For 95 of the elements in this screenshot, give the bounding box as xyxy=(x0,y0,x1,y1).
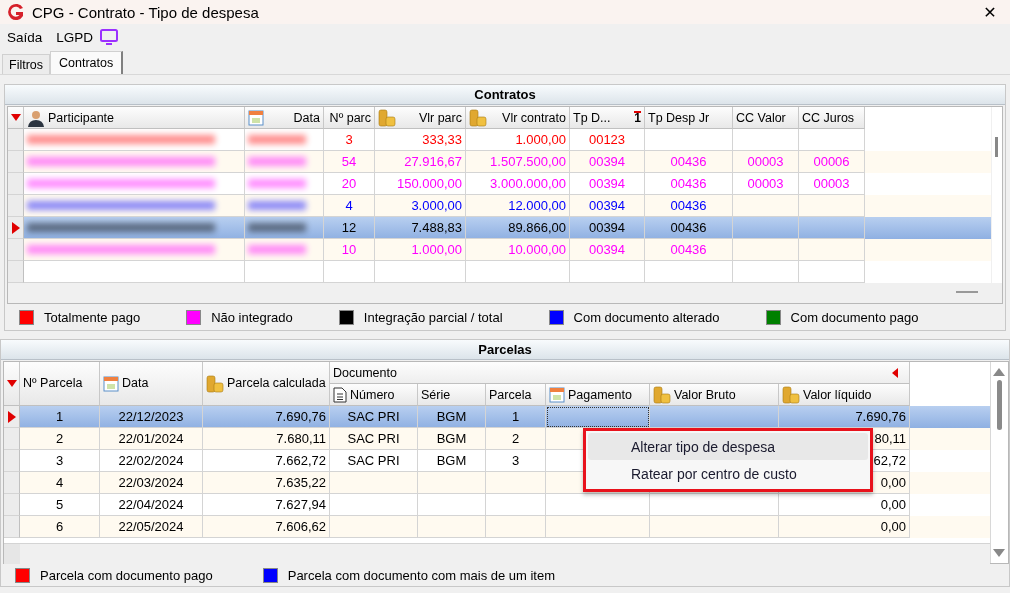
table-cell: 10.000,00 xyxy=(466,239,570,261)
table-row[interactable]: 12 7.488,83 89.866,00 00394 00436 xyxy=(8,217,991,239)
panel-title: Parcelas xyxy=(1,340,1009,360)
column-header[interactable]: Participante xyxy=(24,107,245,129)
table-cell: 22/01/2024 xyxy=(100,428,203,450)
menu-item[interactable]: Saída xyxy=(7,29,43,45)
table-row[interactable]: 1 22/12/2023 7.690,76 SAC PRI BGM 1 7.690,76 xyxy=(4,406,990,428)
person-icon xyxy=(27,108,45,127)
column-header[interactable]: Data xyxy=(100,362,203,406)
table-cell xyxy=(733,261,799,283)
legend-label: Com documento pago xyxy=(790,309,919,325)
table-row[interactable]: 6 22/05/2024 7.606,62 0,00 xyxy=(4,516,990,538)
column-header[interactable]: Pagamento xyxy=(546,384,650,406)
coins-icon xyxy=(469,108,487,127)
column-header[interactable]: Tp Desp Jr xyxy=(645,107,733,129)
column-header[interactable]: CC Juros xyxy=(799,107,865,129)
scrollbar[interactable] xyxy=(992,107,1002,283)
row-pointer-icon xyxy=(11,221,20,234)
column-header[interactable]: Data xyxy=(245,107,324,129)
column-header[interactable]: Vlr parc xyxy=(375,107,466,129)
table-cell: 10 xyxy=(324,239,375,261)
column-header[interactable]: Vlr contrato xyxy=(466,107,570,129)
scrollbar[interactable] xyxy=(4,544,990,564)
legend-label: Integração parcial / total xyxy=(363,309,503,325)
column-header[interactable]: Nº parc xyxy=(324,107,375,129)
table-row[interactable]: 4 3.000,00 12.000,00 00394 00436 xyxy=(8,195,991,217)
table-cell: 1.507.500,00 xyxy=(466,151,570,173)
caret-icon xyxy=(10,113,21,122)
column-header[interactable]: Nº Parcela xyxy=(20,362,100,406)
scrollbar-thumb[interactable] xyxy=(956,291,978,293)
table-cell: BGM xyxy=(418,428,486,450)
calendar-icon xyxy=(549,386,565,403)
coins-icon xyxy=(782,385,800,404)
table-cell: 54 xyxy=(324,151,375,173)
table-cell: 27.916,67 xyxy=(375,151,466,173)
column-header[interactable]: Parcela calculada xyxy=(203,362,330,406)
caret-icon xyxy=(6,379,17,388)
table-cell: 00436 xyxy=(645,151,733,173)
table-cell: 7.680,11 xyxy=(203,428,330,450)
table-cell: 00436 xyxy=(645,239,733,261)
table-cell: 00394 xyxy=(570,151,645,173)
tab[interactable]: Filtros xyxy=(2,54,51,74)
legend-label: Parcela com documento com mais de um item xyxy=(287,567,556,583)
calendar-icon xyxy=(248,109,264,126)
column-header[interactable]: Valor líquido xyxy=(779,384,910,406)
table-cell: 7.635,22 xyxy=(203,472,330,494)
column-group-header: Documento xyxy=(330,362,910,384)
scrollbar[interactable] xyxy=(990,362,1007,563)
legend-label: Com documento alterado xyxy=(573,309,720,325)
coins-icon xyxy=(206,374,224,393)
monitor-icon[interactable] xyxy=(99,28,120,46)
table-cell xyxy=(486,472,546,494)
row-header[interactable] xyxy=(8,217,24,239)
table-cell: 22/03/2024 xyxy=(100,472,203,494)
table-cell: 00394 xyxy=(570,239,645,261)
column-menu-button[interactable] xyxy=(4,362,20,406)
column-header[interactable]: Valor Bruto xyxy=(650,384,779,406)
table-cell: 00003 xyxy=(733,151,799,173)
scroll-up-icon[interactable] xyxy=(993,368,1005,376)
menu-item[interactable]: LGPD xyxy=(56,28,120,46)
table-cell xyxy=(418,472,486,494)
column-menu-button[interactable] xyxy=(8,107,24,129)
column-header[interactable]: Número xyxy=(330,384,418,406)
column-header[interactable]: Tp D... 1 xyxy=(570,107,645,129)
tab[interactable]: Contratos xyxy=(50,51,124,74)
close-button[interactable]: ✕ xyxy=(970,0,1010,24)
legend-label: Não integrado xyxy=(211,309,293,325)
column-header[interactable]: Série xyxy=(418,384,486,406)
table-cell xyxy=(799,261,865,283)
menu-item[interactable]: Alterar tipo de despesa xyxy=(588,433,868,460)
window-title: CPG - Contrato - Tipo de despesa xyxy=(32,3,260,21)
table-cell: 00006 xyxy=(799,151,865,173)
table-cell: SAC PRI xyxy=(330,428,418,450)
table-cell xyxy=(733,239,799,261)
row-header[interactable] xyxy=(4,406,20,428)
row-pointer-icon xyxy=(7,410,16,423)
coins-icon xyxy=(653,385,671,404)
table-cell: 2 xyxy=(486,428,546,450)
table-cell xyxy=(324,261,375,283)
coins-icon xyxy=(378,108,396,127)
sort-order: 1 xyxy=(634,111,641,124)
calendar-icon xyxy=(103,375,119,392)
scroll-down-icon[interactable] xyxy=(993,549,1005,557)
legend-label: Totalmente pago xyxy=(44,309,141,325)
table-cell: 1.000,00 xyxy=(375,239,466,261)
column-header[interactable]: CC Valor xyxy=(733,107,799,129)
table-cell: 4 xyxy=(20,472,100,494)
column-header[interactable]: Parcela xyxy=(486,384,546,406)
legend-label: Parcela com documento pago xyxy=(40,567,213,583)
document-icon xyxy=(333,386,347,403)
table-cell: 2 xyxy=(20,428,100,450)
panel-title: Contratos xyxy=(5,85,1005,105)
table-cell xyxy=(799,239,865,261)
app-logo-icon xyxy=(6,2,26,22)
caret-left-icon[interactable] xyxy=(892,367,898,378)
